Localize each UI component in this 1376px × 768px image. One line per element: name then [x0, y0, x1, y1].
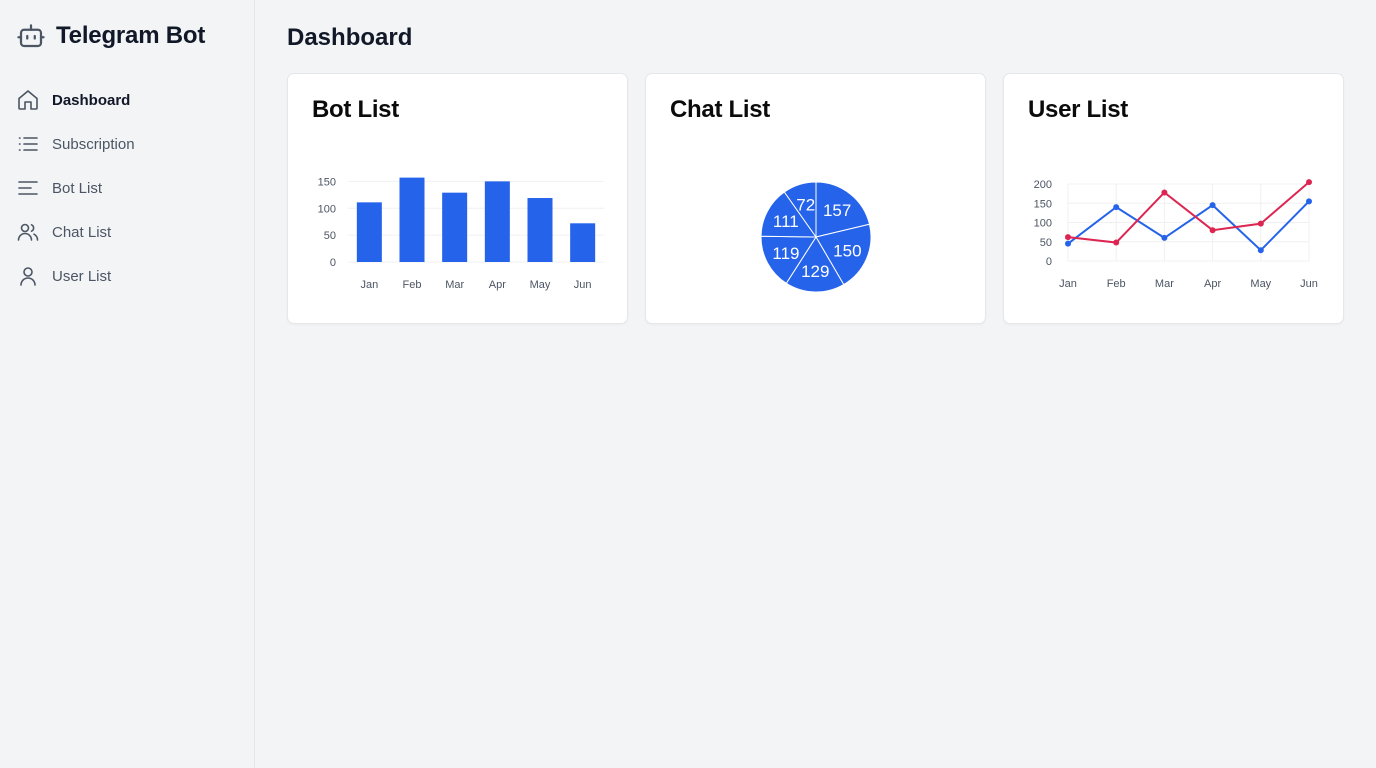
card-title: Chat List: [670, 96, 770, 123]
pie-label: 129: [801, 262, 829, 281]
chat-list-card: Chat List 157 150 129 119 111 72: [645, 73, 986, 324]
bar: [442, 192, 468, 262]
sidebar-item-bot-list[interactable]: Bot List: [16, 166, 238, 210]
sidebar-item-label: Dashboard: [52, 91, 131, 109]
menu-lines-icon: [16, 176, 40, 200]
x-tick-label: May: [530, 279, 551, 291]
app-root: Telegram Bot Dashboard Subscription Bot …: [0, 0, 1376, 768]
bar: [356, 202, 382, 262]
app-title: Telegram Bot: [56, 22, 206, 49]
users-icon: [16, 220, 40, 244]
series-line: [1067, 200, 1310, 252]
x-tick-label: Jan: [360, 279, 378, 291]
sidebar-nav: Dashboard Subscription Bot List Chat Lis…: [16, 78, 238, 298]
y-tick-label: 100: [318, 203, 336, 215]
home-icon: [16, 88, 40, 112]
data-point: [1209, 227, 1216, 234]
sidebar-item-label: Bot List: [52, 179, 103, 197]
chat-list-pie-chart: 157 150129119 11172: [760, 181, 872, 293]
sidebar-item-label: User List: [52, 267, 112, 285]
y-tick-label: 150: [318, 176, 336, 188]
data-point: [1306, 198, 1312, 205]
x-tick-label: Mar: [1155, 278, 1174, 290]
bar: [399, 177, 425, 262]
y-tick-label: 200: [1034, 179, 1052, 191]
x-tick-label: Mar: [445, 279, 464, 291]
card-grid: Bot List 0 50 100 150 Jan Feb Mar Apr May Jun Cha…: [287, 73, 1344, 324]
x-tick-label: Feb: [1107, 278, 1126, 290]
card-title: Bot List: [312, 96, 399, 123]
data-point: [1257, 220, 1264, 227]
sidebar-item-user-list[interactable]: User List: [16, 254, 238, 298]
sidebar-item-label: Subscription: [52, 135, 135, 153]
list-icon: [16, 132, 40, 156]
pie-label: 111: [773, 212, 799, 231]
data-point: [1306, 179, 1312, 186]
x-tick-label: Feb: [403, 279, 422, 291]
data-point: [1113, 204, 1120, 211]
robot-icon: [16, 21, 46, 51]
data-point: [1065, 240, 1071, 247]
x-tick-label: May: [1250, 278, 1271, 290]
sidebar: Telegram Bot Dashboard Subscription Bot …: [0, 0, 255, 768]
data-point: [1161, 189, 1168, 196]
x-tick-label: Apr: [489, 279, 506, 291]
x-tick-label: Jun: [1300, 278, 1318, 290]
sidebar-item-dashboard[interactable]: Dashboard: [16, 78, 238, 122]
bar: [570, 223, 596, 262]
sidebar-item-chat-list[interactable]: Chat List: [16, 210, 238, 254]
pie-label: 157: [823, 201, 851, 220]
x-tick-label: Apr: [1204, 278, 1221, 290]
card-title: User List: [1028, 96, 1129, 123]
x-tick-label: Jun: [574, 279, 592, 291]
y-tick-label: 50: [1040, 237, 1052, 249]
sidebar-item-subscription[interactable]: Subscription: [16, 122, 238, 166]
y-tick-label: 100: [1034, 218, 1052, 230]
y-tick-label: 0: [1046, 256, 1052, 268]
bar: [527, 198, 553, 262]
brand[interactable]: Telegram Bot: [16, 22, 238, 50]
data-point: [1065, 234, 1071, 241]
bot-list-card: Bot List 0 50 100 150 Jan Feb Mar Apr May Jun: [287, 73, 628, 324]
data-point: [1161, 234, 1168, 241]
user-list-line-chart: 0 50 100 150 200 Jan Feb Mar Apr May Jun: [1034, 179, 1318, 290]
bot-list-bar-chart: 0 50 100 150 Jan Feb Mar Apr May Jun: [318, 176, 604, 291]
y-tick-label: 0: [330, 257, 336, 269]
sidebar-item-label: Chat List: [52, 223, 112, 241]
x-tick-label: Jan: [1059, 278, 1077, 290]
data-point: [1257, 247, 1264, 254]
main-content: Dashboard Bot List 0 50 100 150 Jan Feb Mar Apr…: [255, 0, 1376, 768]
series-line: [1067, 181, 1310, 244]
y-tick-label: 50: [324, 230, 336, 242]
data-point: [1209, 202, 1216, 209]
user-icon: [16, 264, 40, 288]
data-point: [1113, 239, 1120, 246]
page-title: Dashboard: [287, 24, 413, 51]
pie-label: 150: [833, 241, 861, 260]
pie-label: 72: [796, 195, 815, 214]
y-tick-label: 150: [1034, 198, 1052, 210]
user-list-card: User List 0 50 100 150 200 Jan Feb Mar Apr May Jun: [1003, 73, 1344, 324]
bar: [484, 181, 510, 262]
pie-label: 119: [772, 244, 799, 263]
